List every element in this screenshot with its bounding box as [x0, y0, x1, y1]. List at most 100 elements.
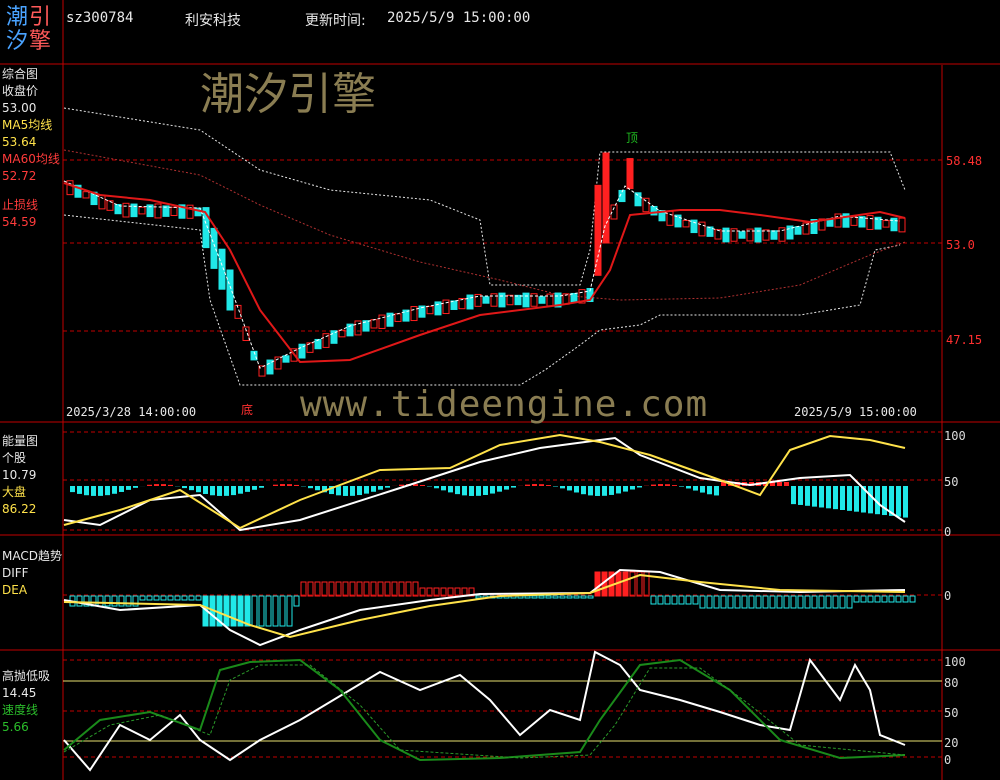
macd-bar	[580, 595, 587, 599]
candle	[514, 294, 522, 306]
macd-bar	[727, 595, 734, 609]
candle	[138, 206, 146, 215]
energy-bar	[455, 486, 460, 495]
macd-bar	[174, 595, 181, 601]
energy-bar	[91, 486, 96, 496]
macd-bar	[804, 595, 811, 609]
macd-bar	[832, 595, 839, 609]
macd-bar	[811, 595, 818, 609]
y-tick-low: 47.15	[946, 333, 983, 347]
swing-panel-labels: 高抛低吸 14.45 速度线 5.66	[2, 668, 50, 736]
energy-bar	[819, 486, 824, 508]
energy-bar	[784, 482, 789, 486]
macd-bar	[713, 595, 720, 609]
speed-label: 速度线	[2, 703, 39, 717]
candle	[898, 217, 906, 233]
energy-bar	[882, 486, 887, 516]
energy-bar	[161, 484, 166, 486]
candle	[218, 248, 226, 290]
macd-bar	[650, 595, 657, 605]
macd-bar	[720, 595, 727, 609]
energy-bar	[434, 486, 439, 489]
y-tick-high: 58.48	[946, 154, 983, 168]
candle	[482, 296, 490, 304]
macd-bar	[888, 595, 895, 603]
candle	[706, 226, 714, 237]
energy-bar	[504, 486, 509, 490]
macd-bar	[622, 571, 629, 597]
energy-bar	[833, 486, 838, 510]
speed-line	[63, 658, 906, 762]
market-energy-value: 86.22	[2, 502, 37, 516]
macd-bar	[349, 581, 356, 597]
macd-bar	[265, 595, 272, 627]
macd-bar	[405, 581, 412, 597]
ma60-dash-line	[63, 149, 906, 301]
macd-bar	[629, 571, 636, 597]
macd-bar	[118, 595, 125, 607]
macd-bar	[769, 595, 776, 609]
energy-bar	[168, 484, 173, 486]
energy-bar	[637, 486, 642, 488]
swing-tick-80: 80	[944, 676, 959, 690]
swing-tick-100: 100	[944, 655, 966, 669]
macd-bar	[909, 595, 916, 603]
macd-bar	[748, 595, 755, 609]
macd-bar	[566, 595, 573, 599]
macd-bar	[783, 595, 790, 609]
energy-tick-50: 50	[944, 475, 959, 489]
macd-bar	[293, 595, 300, 607]
energy-bar	[147, 484, 152, 486]
date-end: 2025/5/9 15:00:00	[794, 405, 917, 419]
macd-tick-0: 0	[944, 589, 952, 603]
candle	[866, 215, 874, 230]
close-label: 收盘价	[2, 84, 39, 98]
candle	[370, 319, 378, 329]
energy-bar	[546, 485, 551, 486]
energy-bar	[567, 486, 572, 491]
energy-bar	[595, 486, 600, 496]
candle	[82, 191, 90, 199]
candle	[570, 292, 578, 303]
energy-bar	[343, 486, 348, 496]
swing-title: 高抛低吸	[2, 669, 51, 683]
macd-bar	[545, 595, 552, 599]
macd-bar	[244, 595, 251, 627]
macd-bar	[797, 595, 804, 609]
energy-bar	[294, 484, 299, 486]
energy-bar	[105, 486, 110, 496]
energy-bar	[364, 486, 369, 494]
candle	[682, 219, 690, 228]
candle	[434, 301, 442, 316]
energy-bar	[693, 486, 698, 491]
energy-bar	[133, 486, 138, 488]
energy-bar	[112, 486, 117, 494]
macd-bar	[377, 581, 384, 597]
bollinger-upper	[63, 107, 906, 286]
energy-bar	[686, 486, 691, 489]
candle	[66, 180, 74, 196]
macd-bar	[587, 595, 594, 599]
ma60-line	[63, 182, 906, 364]
macd-bar	[818, 595, 825, 609]
energy-tick-0: 0	[944, 525, 952, 539]
macd-bar	[853, 595, 860, 603]
candle	[122, 202, 130, 218]
candle	[522, 292, 530, 308]
candle	[450, 300, 458, 310]
macd-bar	[153, 595, 160, 601]
macd-bar	[258, 595, 265, 627]
energy-bar	[336, 486, 341, 496]
energy-bar	[238, 486, 243, 494]
macd-bar	[776, 595, 783, 609]
macd-bar	[692, 595, 699, 605]
candle	[850, 216, 858, 226]
energy-bar	[70, 486, 75, 493]
macd-bar	[111, 595, 118, 607]
energy-bar	[700, 486, 705, 493]
energy-bar	[259, 486, 264, 488]
macd-bar	[104, 595, 111, 607]
speed-value: 5.66	[2, 720, 29, 734]
macd-bar	[538, 595, 545, 599]
candle	[674, 214, 682, 228]
